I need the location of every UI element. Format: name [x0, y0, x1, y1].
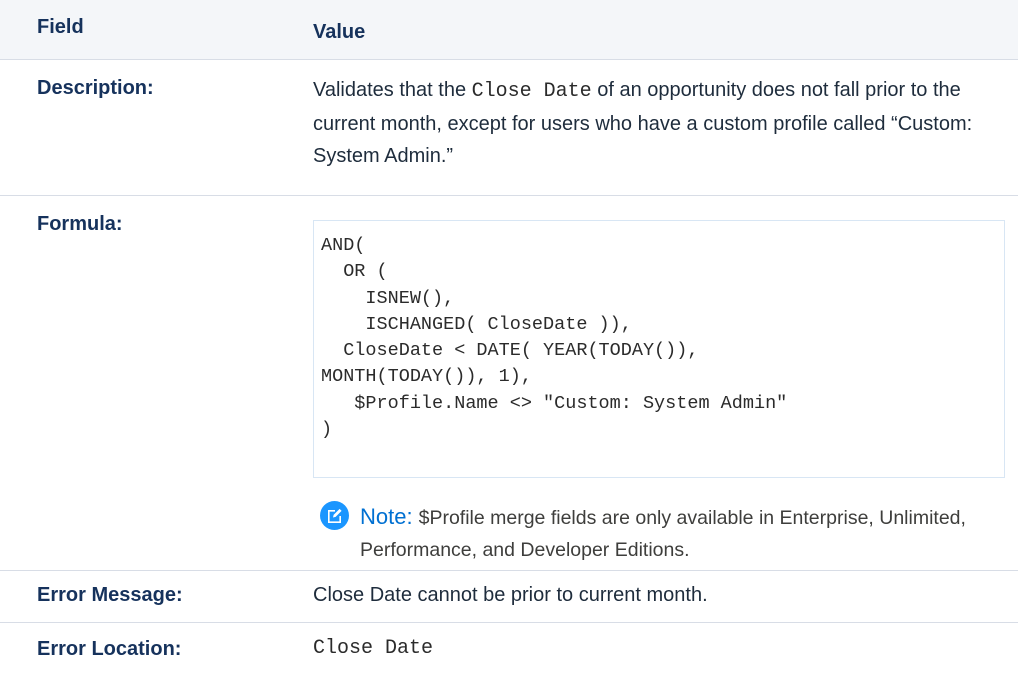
formula-code-block: AND( OR ( ISNEW(), ISCHANGED( CloseDate …: [313, 220, 1005, 478]
description-text-before: Validates that the: [313, 79, 472, 101]
edit-note-icon: [320, 501, 349, 530]
description-code: Close Date: [471, 80, 592, 103]
description-label: Description:: [37, 77, 154, 99]
note-label: Note:: [360, 504, 413, 529]
error-message-label: Error Message:: [37, 584, 183, 606]
formula-code: AND( OR ( ISNEW(), ISCHANGED( CloseDate …: [321, 235, 788, 441]
column-header-field: Field: [37, 16, 84, 38]
table-row-error-location: Error Location: Close Date: [0, 623, 1018, 679]
error-location-value: Close Date: [313, 637, 434, 660]
formula-label: Formula:: [37, 213, 123, 235]
table-row-error-message: Error Message: Close Date cannot be prio…: [0, 571, 1018, 623]
validation-rule-table: Field Value Description: Validates that …: [0, 0, 1018, 679]
note-text: Note: $Profile merge fields are only avai…: [360, 501, 1000, 566]
table-header-row: Field Value: [0, 0, 1018, 60]
error-message-value: Close Date cannot be prior to current mo…: [313, 584, 708, 606]
note-body: $Profile merge fields are only available…: [360, 507, 966, 561]
error-location-label: Error Location:: [37, 638, 182, 660]
description-value: Validates that the Close Date of an oppo…: [313, 74, 1003, 172]
table-row-description: Description: Validates that the Close Da…: [0, 60, 1018, 196]
table-row-formula: Formula: AND( OR ( ISNEW(), ISCHANGED( C…: [0, 196, 1018, 571]
column-header-value: Value: [313, 21, 366, 43]
